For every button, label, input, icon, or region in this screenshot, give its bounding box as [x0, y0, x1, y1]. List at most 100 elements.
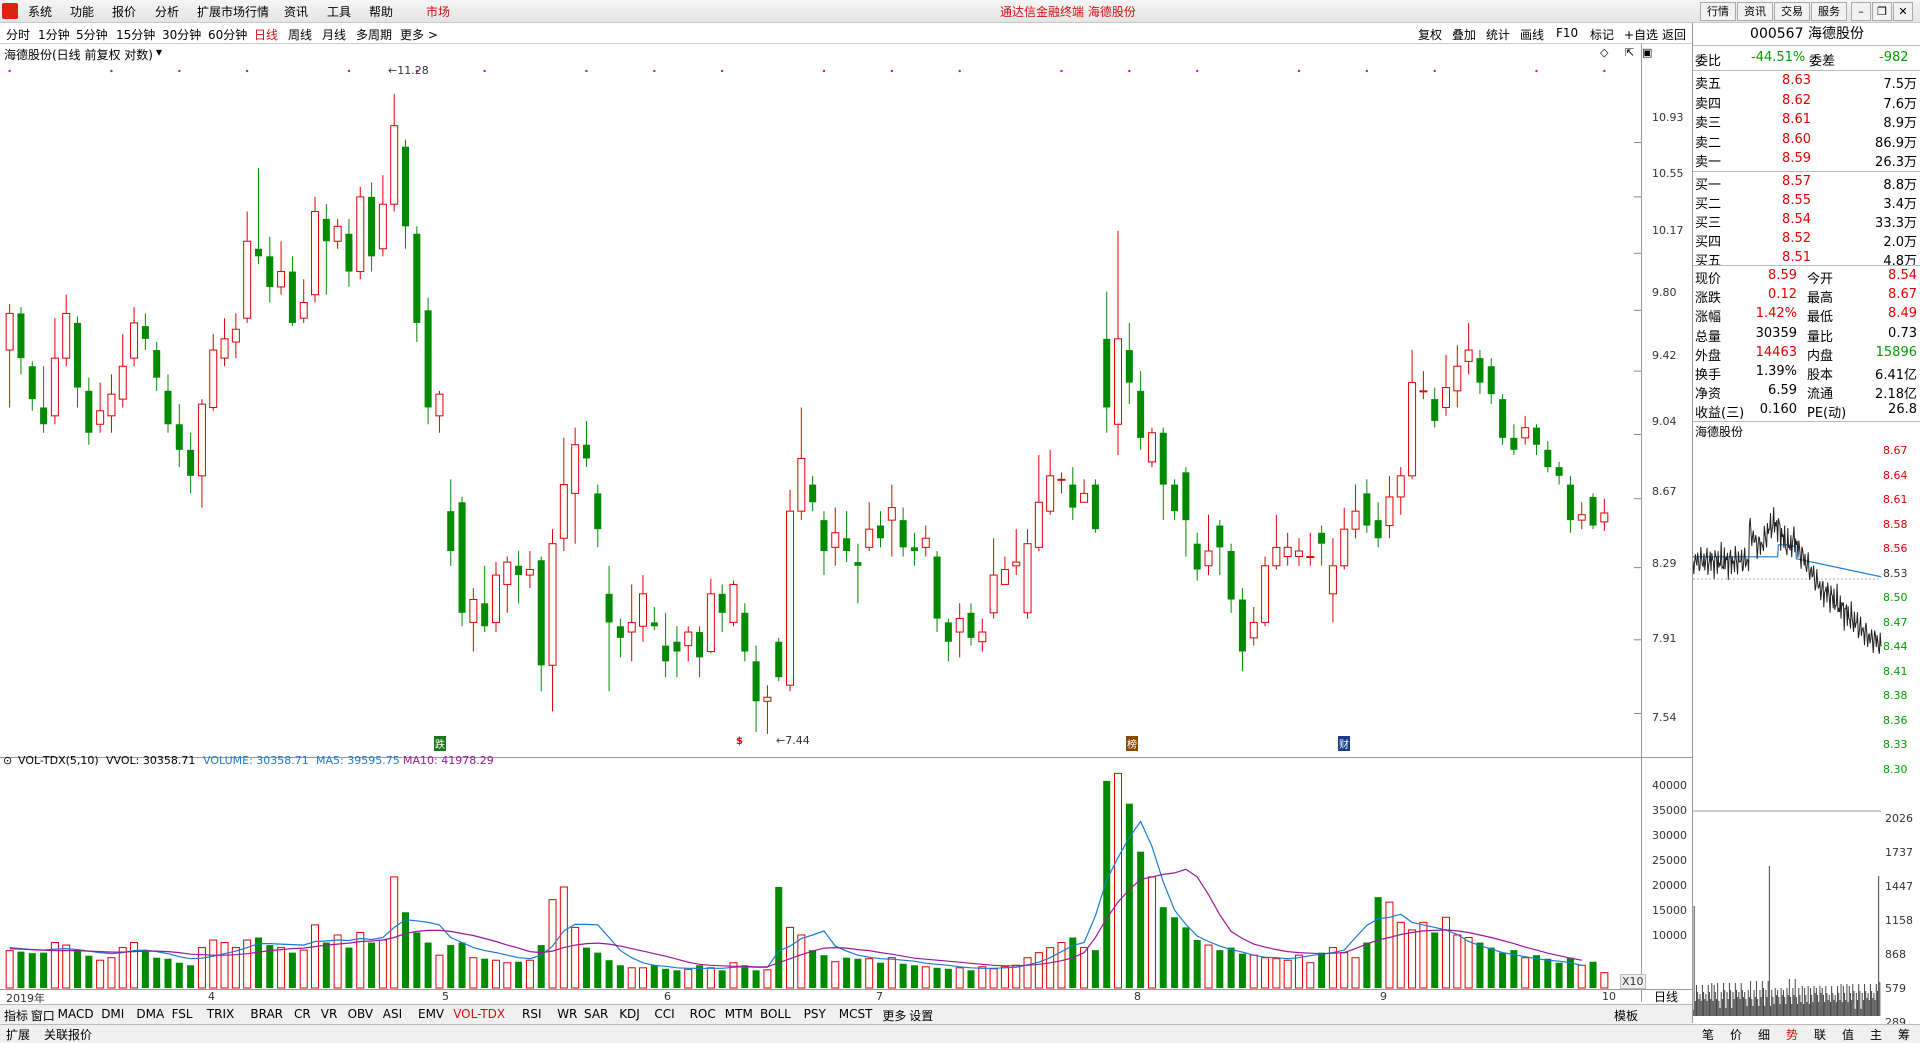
restore-icon[interactable]: ❐: [1872, 2, 1892, 21]
toolbar-add-watch[interactable]: +自选: [1624, 26, 1658, 43]
kline-chart-area[interactable]: 海德股份(日线 前复权 对数) ▾ ◇ ⇱ ▣ 10.93 10.55 10.1…: [0, 44, 1692, 1005]
indicator-tab[interactable]: SAR: [584, 1007, 608, 1021]
right-tab[interactable]: 笔: [1702, 1026, 1714, 1043]
indicator-tab[interactable]: VR: [321, 1007, 338, 1021]
menu-help[interactable]: 帮助: [369, 3, 393, 20]
event-mark-drop[interactable]: 跌: [434, 736, 446, 751]
bid-row[interactable]: 买一 8.57 8.8万: [1693, 173, 1920, 193]
period-tab-1min[interactable]: 1分钟: [38, 26, 70, 43]
event-mark-dividend[interactable]: $: [736, 736, 743, 747]
template-button[interactable]: 模板: [1614, 1007, 1638, 1024]
indicator-tab[interactable]: CCI: [654, 1007, 674, 1021]
quote-row[interactable]: 外盘 14463 内盘 15896: [1693, 344, 1920, 364]
ask-row[interactable]: 卖二 8.60 86.9万: [1693, 131, 1920, 151]
menu-market[interactable]: 市场: [426, 3, 450, 20]
minimize-icon[interactable]: –: [1851, 2, 1871, 21]
right-tab[interactable]: 细: [1758, 1026, 1770, 1043]
indicator-tab[interactable]: KDJ: [619, 1007, 640, 1021]
mini-intraday-svg[interactable]: [1693, 436, 1920, 1021]
quote-row[interactable]: 涨幅 1.42% 最低 8.49: [1693, 305, 1920, 325]
bid-row[interactable]: 买三 8.54 33.3万: [1693, 211, 1920, 231]
right-tab[interactable]: 值: [1842, 1026, 1854, 1043]
right-tab[interactable]: 势: [1786, 1026, 1798, 1043]
top-button-news[interactable]: 资讯: [1737, 2, 1773, 21]
vol-collapse-icon[interactable]: ⊙: [3, 754, 12, 767]
right-tab[interactable]: 联: [1814, 1026, 1826, 1043]
indicator-tab[interactable]: BRAR: [250, 1007, 283, 1021]
quote-row[interactable]: 换手 1.39% 股本 6.41亿: [1693, 363, 1920, 383]
event-mark-finance[interactable]: 财: [1338, 736, 1350, 751]
ask-row[interactable]: 卖三 8.61 8.9万: [1693, 111, 1920, 131]
indicator-tab[interactable]: MTM: [725, 1007, 753, 1021]
indicator-tab[interactable]: 指标: [4, 1007, 28, 1024]
right-tab[interactable]: 筹: [1898, 1026, 1910, 1043]
price-tick: 10.17: [1652, 224, 1684, 237]
period-tab-timeshare[interactable]: 分时: [6, 26, 30, 43]
indicator-tab[interactable]: WR: [557, 1007, 577, 1021]
indicator-tab[interactable]: DMI: [101, 1007, 124, 1021]
toolbar-overlay[interactable]: 叠加: [1452, 26, 1476, 43]
close-icon[interactable]: ✕: [1893, 2, 1913, 21]
event-mark-list[interactable]: 榜: [1126, 736, 1138, 751]
quote-row[interactable]: 净资 6.59 流通 2.18亿: [1693, 382, 1920, 402]
toolbar-f10[interactable]: F10: [1556, 26, 1578, 40]
menu-analysis[interactable]: 分析: [155, 3, 179, 20]
indicator-tab[interactable]: PSY: [804, 1007, 826, 1021]
status-linked-quote[interactable]: 关联报价: [44, 1026, 92, 1043]
menu-quote[interactable]: 报价: [112, 3, 136, 20]
indicator-tab[interactable]: TRIX: [207, 1007, 234, 1021]
indicator-tab[interactable]: DMA: [136, 1007, 164, 1021]
indicator-tab[interactable]: 窗口: [31, 1007, 55, 1024]
period-tab-multi[interactable]: 多周期: [356, 26, 392, 43]
status-extend[interactable]: 扩展: [6, 1026, 30, 1043]
right-tab[interactable]: 主: [1870, 1026, 1882, 1043]
period-tab-5min[interactable]: 5分钟: [76, 26, 108, 43]
period-tab-month[interactable]: 月线: [322, 26, 346, 43]
indicator-tab[interactable]: ROC: [690, 1007, 716, 1021]
period-tab-more[interactable]: 更多 >: [400, 26, 438, 43]
indicator-tab[interactable]: FSL: [172, 1007, 193, 1021]
candle-body: [797, 457, 806, 512]
ask-row[interactable]: 卖一 8.59 26.3万: [1693, 150, 1920, 170]
indicator-tab[interactable]: CR: [294, 1007, 311, 1021]
menu-tools[interactable]: 工具: [327, 3, 351, 20]
indicator-tab[interactable]: EMV: [418, 1007, 444, 1021]
menu-ext-market[interactable]: 扩展市场行情: [197, 3, 269, 20]
period-tab-30min[interactable]: 30分钟: [162, 26, 201, 43]
toolbar-mark[interactable]: 标记: [1590, 26, 1614, 43]
indicator-tab[interactable]: OBV: [348, 1007, 374, 1021]
toolbar-adjust[interactable]: 复权: [1418, 26, 1442, 43]
toolbar-back[interactable]: 返回: [1662, 26, 1686, 43]
bid-row[interactable]: 买二 8.55 3.4万: [1693, 192, 1920, 212]
ask-row[interactable]: 卖五 8.63 7.5万: [1693, 72, 1920, 92]
ask-row[interactable]: 卖四 8.62 7.6万: [1693, 92, 1920, 112]
top-button-quote[interactable]: 行情: [1700, 2, 1736, 21]
period-tab-60min[interactable]: 60分钟: [208, 26, 247, 43]
indicator-tab[interactable]: 更多: [882, 1007, 906, 1024]
indicator-tab[interactable]: VOL-TDX: [453, 1007, 505, 1021]
period-tab-week[interactable]: 周线: [288, 26, 312, 43]
quote-row[interactable]: 收益(三) 0.160 PE(动) 26.8: [1693, 401, 1920, 421]
indicator-tab[interactable]: 设置: [909, 1007, 933, 1024]
period-tab-day[interactable]: 日线: [254, 26, 278, 43]
top-button-trade[interactable]: 交易: [1774, 2, 1810, 21]
indicator-tab[interactable]: MACD: [58, 1007, 94, 1021]
menu-system[interactable]: 系统: [28, 3, 52, 20]
menu-news[interactable]: 资讯: [284, 3, 308, 20]
volume-bar: [1103, 780, 1111, 988]
bid-row[interactable]: 买四 8.52 2.0万: [1693, 230, 1920, 250]
right-tab[interactable]: 价: [1730, 1026, 1742, 1043]
menu-function[interactable]: 功能: [70, 3, 94, 20]
quote-row[interactable]: 现价 8.59 今开 8.54: [1693, 267, 1920, 287]
quote-row[interactable]: 总量 30359 量比 0.73: [1693, 325, 1920, 345]
indicator-tab[interactable]: MCST: [839, 1007, 873, 1021]
toolbar-draw[interactable]: 画线: [1520, 26, 1544, 43]
quote-row[interactable]: 涨跌 0.12 最高 8.67: [1693, 286, 1920, 306]
period-tab-15min[interactable]: 15分钟: [116, 26, 155, 43]
indicator-tab[interactable]: RSI: [522, 1007, 542, 1021]
top-button-service[interactable]: 服务: [1811, 2, 1847, 21]
toolbar-stats[interactable]: 统计: [1486, 26, 1510, 43]
indicator-tab[interactable]: ASI: [383, 1007, 402, 1021]
volume-bar: [627, 967, 636, 989]
indicator-tab[interactable]: BOLL: [760, 1007, 791, 1021]
